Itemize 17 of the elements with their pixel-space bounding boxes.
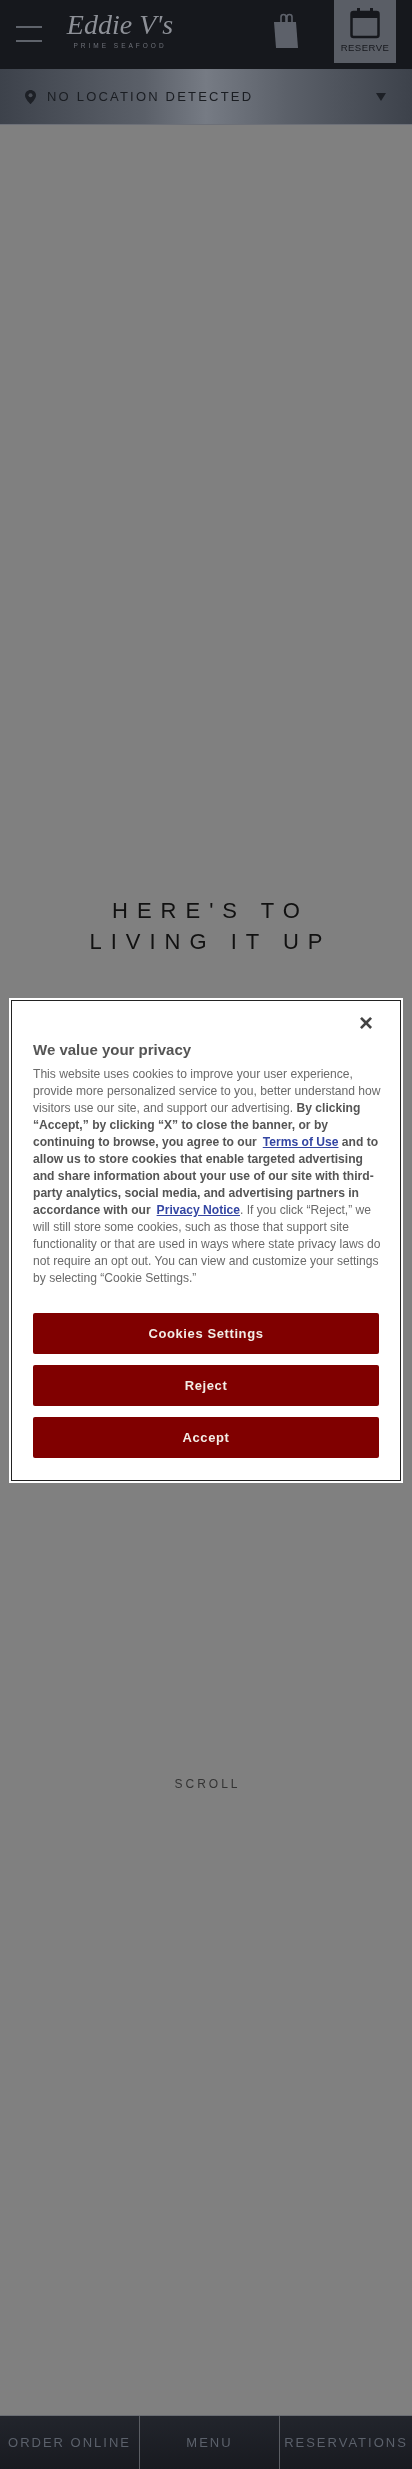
cookie-notice-text: This website uses cookies to improve your user experience, provide more personalized service to you, better understand how visitors use our site, and support our advertising. By clicking “Accept,” by clicking “X” to close the banner, or by continuing to browse, you agree to our Terms of Use and to allow us to store cookies that enable targeted advertising and share information about your use of our site with third-party analytics, social media, and advertising partners in accordance with our Privacy Notice. If you click “Reject,” we will still store some cookies, such as those that support site functionality or that are used in ways where state privacy laws do not require an opt out. You can view and customize your settings by selecting “Cookie Settings.” — [33, 1066, 382, 1287]
logo-name[interactable]: Eddie V's — [66, 10, 174, 40]
hero-headline-line: HERE'S TO — [111, 897, 309, 925]
cookie-button[interactable]: Accept — [33, 1417, 379, 1458]
hero-headline-line: LIVING IT UP — [88, 928, 332, 956]
menu-icon[interactable] — [16, 26, 42, 42]
caret-icon[interactable] — [376, 91, 386, 102]
close-button[interactable]: × — [359, 1011, 379, 1035]
banner-title: We value your privacy — [33, 1041, 193, 1058]
cookie-button[interactable]: Cookies Settings — [33, 1313, 379, 1354]
location-pin-icon — [25, 89, 36, 104]
link[interactable]: Privacy Notice — [156, 1203, 240, 1217]
scroll-label: SCROLL — [173, 1777, 241, 1791]
calendar-icon — [350, 7, 380, 39]
shopping-bag-icon[interactable] — [272, 12, 300, 50]
link[interactable]: Terms of Use — [262, 1135, 339, 1149]
cookie-button[interactable]: Reject — [33, 1365, 379, 1406]
